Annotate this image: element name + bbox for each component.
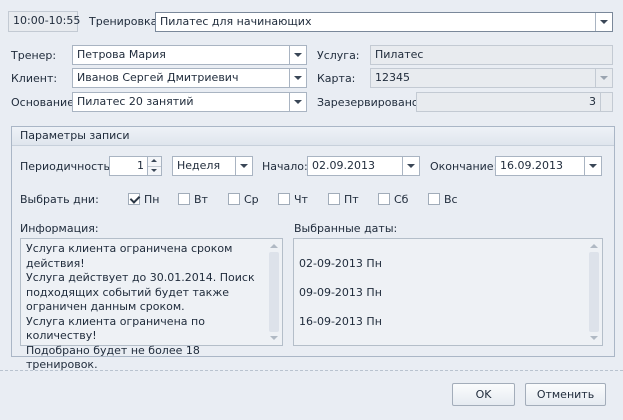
end-date-value: 16.09.2013 bbox=[500, 159, 563, 172]
day-thu-label: Чт bbox=[294, 193, 308, 206]
period-unit-value: Неделя bbox=[177, 159, 221, 172]
day-tue-label: Вт bbox=[194, 193, 208, 206]
scroll-thumb[interactable] bbox=[589, 252, 599, 332]
chevron-down-icon[interactable] bbox=[289, 69, 306, 87]
info-label: Информация: bbox=[20, 222, 99, 235]
info-scrollbar[interactable] bbox=[267, 240, 281, 344]
scroll-up-icon[interactable] bbox=[587, 240, 601, 252]
dates-scrollbar[interactable] bbox=[587, 240, 601, 344]
day-sun-label: Вс bbox=[444, 193, 458, 206]
day-sat-checkbox[interactable] bbox=[378, 193, 390, 205]
scroll-down-icon[interactable] bbox=[267, 332, 281, 344]
list-item: 16-09-2013 Пн bbox=[299, 314, 382, 328]
list-item: 09-09-2013 Пн bbox=[299, 285, 382, 299]
spin-arrows-icon[interactable] bbox=[147, 157, 161, 175]
reserved-field: 3 bbox=[416, 92, 613, 112]
dates-label: Выбранные даты: bbox=[294, 222, 398, 235]
list-item: 02-09-2013 Пн bbox=[299, 256, 382, 270]
cancel-button[interactable]: Отменить bbox=[525, 383, 606, 406]
day-fri-label: Пт bbox=[344, 193, 359, 206]
chevron-down-icon[interactable] bbox=[289, 46, 306, 64]
chevron-down-icon bbox=[595, 69, 612, 87]
chevron-down-icon[interactable] bbox=[584, 157, 601, 175]
day-sun-checkbox[interactable] bbox=[428, 193, 440, 205]
periodicity-label: Периодичность: bbox=[20, 160, 114, 173]
card-value: 12345 bbox=[375, 71, 410, 84]
day-mon-checkbox[interactable] bbox=[128, 193, 140, 205]
basis-value: Пилатес 20 занятий bbox=[77, 95, 194, 108]
client-label: Клиент: bbox=[11, 72, 58, 85]
day-wed-checkbox[interactable] bbox=[228, 193, 240, 205]
chevron-down-icon[interactable] bbox=[235, 157, 252, 175]
service-label: Услуга: bbox=[317, 49, 360, 62]
client-value: Иванов Сергей Дмитриевич bbox=[77, 71, 239, 84]
group-title: Параметры записи bbox=[20, 129, 130, 142]
service-field: Пилатес bbox=[370, 45, 613, 65]
periodicity-value: 1 bbox=[137, 159, 144, 172]
trainer-label: Тренер: bbox=[11, 49, 57, 62]
basis-label: Основание: bbox=[11, 96, 78, 109]
day-mon-label: Пн bbox=[144, 193, 160, 206]
training-select[interactable]: Пилатес для начинающих bbox=[155, 12, 613, 32]
scroll-down-icon[interactable] bbox=[587, 332, 601, 344]
day-fri-checkbox[interactable] bbox=[328, 193, 340, 205]
info-text: Услуга клиента ограничена сроком действи… bbox=[26, 242, 255, 371]
day-tue-checkbox[interactable] bbox=[178, 193, 190, 205]
chevron-down-icon[interactable] bbox=[595, 13, 612, 31]
scroll-up-icon[interactable] bbox=[267, 240, 281, 252]
training-label: Тренировка: bbox=[89, 15, 162, 28]
ok-button[interactable]: OK bbox=[452, 383, 515, 406]
training-value: Пилатес для начинающих bbox=[160, 15, 312, 28]
period-unit-select[interactable]: Неделя bbox=[172, 156, 253, 176]
service-value: Пилатес bbox=[375, 48, 424, 61]
start-label: Начало: bbox=[262, 160, 308, 173]
day-sat-label: Сб bbox=[394, 193, 409, 206]
info-memo[interactable]: Услуга клиента ограничена сроком действи… bbox=[20, 238, 283, 371]
trainer-select[interactable]: Петрова Мария bbox=[72, 45, 307, 65]
card-label: Карта: bbox=[317, 72, 356, 85]
group-header: Параметры записи bbox=[12, 127, 614, 146]
basis-select[interactable]: Пилатес 20 занятий bbox=[72, 92, 307, 112]
scroll-thumb[interactable] bbox=[269, 252, 279, 332]
time-range-value: 10:00-10:55 bbox=[13, 14, 81, 27]
days-label: Выбрать дни: bbox=[20, 193, 99, 206]
day-thu-checkbox[interactable] bbox=[278, 193, 290, 205]
reserved-value: 3 bbox=[589, 95, 596, 108]
client-select[interactable]: Иванов Сергей Дмитриевич bbox=[72, 68, 307, 88]
chevron-down-icon[interactable] bbox=[402, 157, 419, 175]
end-date-picker[interactable]: 16.09.2013 bbox=[495, 156, 602, 176]
spin-arrows-icon bbox=[600, 93, 612, 111]
periodicity-stepper[interactable]: 1 bbox=[109, 156, 162, 176]
end-label: Окончание: bbox=[430, 160, 498, 173]
dates-list-items: 02-09-2013 Пн 09-09-2013 Пн 16-09-2013 П… bbox=[299, 242, 584, 344]
start-date-picker[interactable]: 02.09.2013 bbox=[307, 156, 420, 176]
day-wed-label: Ср bbox=[244, 193, 259, 206]
card-select: 12345 bbox=[370, 68, 613, 88]
chevron-down-icon[interactable] bbox=[289, 93, 306, 111]
trainer-value: Петрова Мария bbox=[77, 48, 166, 61]
dates-list[interactable]: 02-09-2013 Пн 09-09-2013 Пн 16-09-2013 П… bbox=[293, 238, 603, 346]
time-range-field: 10:00-10:55 bbox=[8, 11, 81, 32]
footer-divider bbox=[0, 370, 623, 371]
start-date-value: 02.09.2013 bbox=[312, 159, 375, 172]
reserved-label: Зарезервировано: bbox=[317, 96, 423, 109]
